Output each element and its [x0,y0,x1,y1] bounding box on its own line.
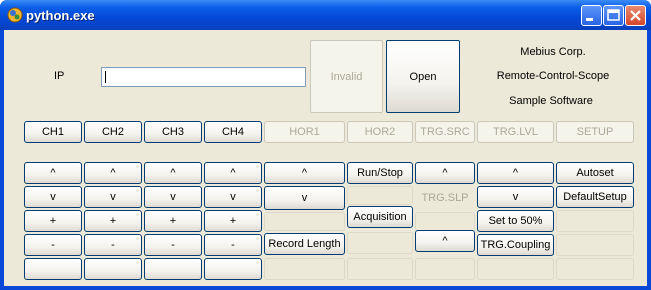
tab-trg-lvl: TRG.LVL [477,121,554,143]
ch1-minus-button[interactable]: - [24,234,82,256]
autoset-button[interactable]: Autoset [556,162,634,184]
ch3-empty-button[interactable] [144,258,202,280]
setup-empty-slot [556,210,634,232]
ch1-plus-button[interactable]: + [24,210,82,232]
tab-ch2[interactable]: CH2 [84,121,142,143]
tab-ch3[interactable]: CH3 [144,121,202,143]
minimize-button[interactable] [581,5,602,26]
ch1-down-button[interactable]: v [24,186,82,208]
ch3-up-button[interactable]: ^ [144,162,202,184]
ip-label: IP [54,70,65,82]
setup-empty-slot-2 [556,234,634,256]
close-button[interactable] [625,5,646,26]
tab-hor2: HOR2 [347,121,413,143]
tab-setup: SETUP [556,121,634,143]
application-window: python.exe IP Invalid Open Mebius Corp. … [0,0,651,290]
trg-slp-up-button[interactable]: ^ [415,230,475,252]
ch2-up-button[interactable]: ^ [84,162,142,184]
text-caret [105,71,106,83]
minimize-icon [586,18,593,21]
ch2-empty-button[interactable] [84,258,142,280]
trg-slp-button: TRG.SLP [415,186,475,210]
tab-ch4[interactable]: CH4 [204,121,262,143]
default-setup-button[interactable]: DefaultSetup [556,186,634,208]
trg-coupling-button[interactable]: TRG.Coupling [477,234,554,256]
tab-hor1: HOR1 [264,121,345,143]
set-to-50-button[interactable]: Set to 50% [477,210,554,232]
ch2-minus-button[interactable]: - [84,234,142,256]
window-title: python.exe [26,8,95,23]
ch4-plus-button[interactable]: + [204,210,262,232]
acquisition-button[interactable]: Acquisition [347,206,413,228]
trg-src-empty-slot [415,212,475,231]
ch3-plus-button[interactable]: + [144,210,202,232]
open-button[interactable]: Open [386,40,460,113]
ip-input[interactable] [101,67,306,87]
trg-lvl-up-button[interactable]: ^ [477,162,554,184]
trg-lvl-empty-slot [477,258,554,280]
trg-lvl-down-button[interactable]: v [477,186,554,208]
ch2-down-button[interactable]: v [84,186,142,208]
trg-src-up-button[interactable]: ^ [415,162,475,184]
setup-empty-slot-3 [556,258,634,280]
run-stop-button[interactable]: Run/Stop [347,162,413,184]
ch4-empty-button[interactable] [204,258,262,280]
tab-trg-src: TRG.SRC [415,121,475,143]
ch3-minus-button[interactable]: - [144,234,202,256]
record-length-button[interactable]: Record Length [264,233,345,255]
hor-empty-slot-2 [264,258,345,280]
hor2-empty-slot [347,186,413,205]
ch4-minus-button[interactable]: - [204,234,262,256]
ch1-empty-button[interactable] [24,258,82,280]
python-icon [7,7,23,23]
ch3-down-button[interactable]: v [144,186,202,208]
hor2-empty-slot-3 [347,258,413,280]
ch4-down-button[interactable]: v [204,186,262,208]
company-name: Mebius Corp. [520,46,586,58]
hor2-empty-slot-2 [347,232,413,254]
title-bar[interactable]: python.exe [0,0,651,30]
software-description: Sample Software [509,95,593,107]
invalid-button: Invalid [310,40,383,113]
ch4-up-button[interactable]: ^ [204,162,262,184]
maximize-button[interactable] [603,5,624,26]
hor-empty-slot [264,212,345,231]
product-name: Remote-Control-Scope [496,70,610,82]
hor-down-button[interactable]: v [264,186,345,210]
maximize-icon [607,9,620,21]
close-icon [630,10,641,21]
ch1-up-button[interactable]: ^ [24,162,82,184]
hor-up-button[interactable]: ^ [264,162,345,184]
ch2-plus-button[interactable]: + [84,210,142,232]
trg-src-empty-slot-2 [415,258,475,280]
tab-ch1[interactable]: CH1 [24,121,82,143]
